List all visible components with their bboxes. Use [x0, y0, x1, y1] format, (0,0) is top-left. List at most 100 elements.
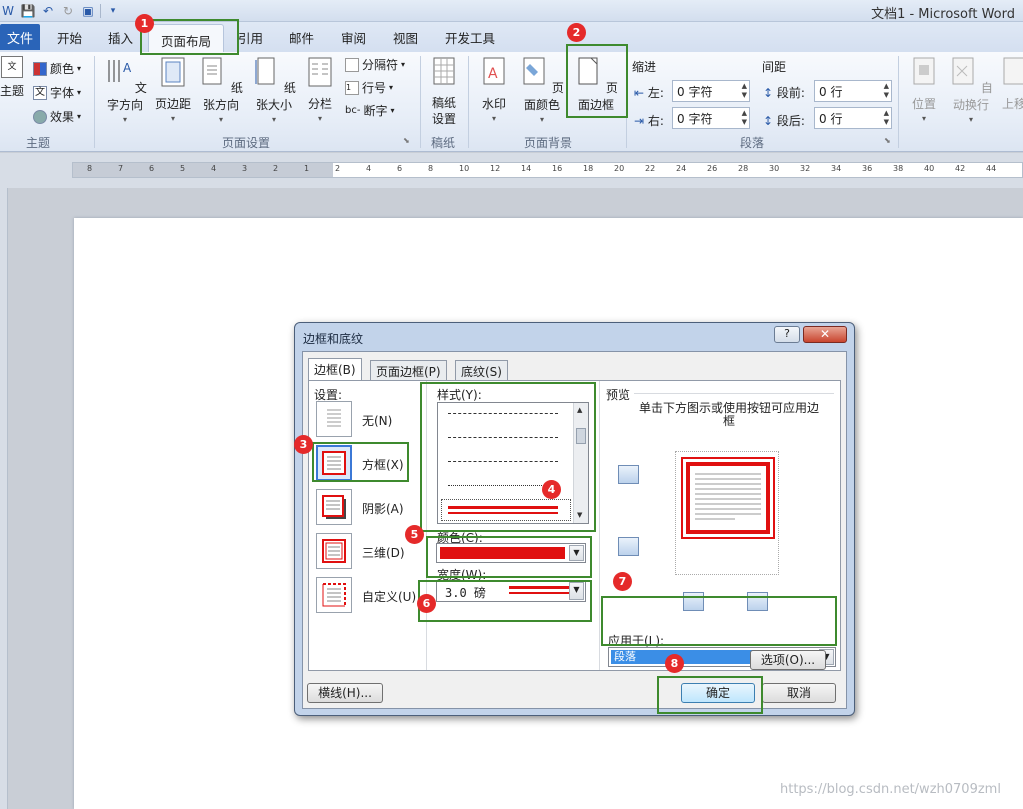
indent-right-spinner[interactable]: 0 字符 ▲ ▼ [672, 107, 750, 129]
wrap-text-icon [952, 57, 974, 85]
top-border-button[interactable] [618, 465, 639, 484]
horizontal-ruler-area: 8 7 6 5 4 3 2 1 2 4 6 8 10 12 14 16 18 20 22 24 26 28 30 32 34 36… [0, 153, 1023, 188]
preview-text-lines [695, 473, 761, 520]
setting-shadow[interactable]: 阴影(A) [316, 489, 426, 529]
setting-custom[interactable]: 自定义(U) [316, 577, 426, 617]
spacing-after-spinner[interactable]: 0 行 ▲ ▼ [814, 107, 892, 129]
tab-insert[interactable]: 插入 [108, 28, 133, 47]
indent-left-value: 0 字符 [677, 84, 713, 99]
highlight-box [566, 44, 628, 118]
tab-mailings[interactable]: 邮件 [289, 28, 314, 47]
close-icon: ✕ [819, 327, 831, 341]
margins-icon [161, 57, 185, 87]
preview-area[interactable] [675, 451, 779, 575]
indent-left-spinner[interactable]: 0 字符 ▲ ▼ [672, 80, 750, 102]
position-button[interactable]: 位置 ▾ [906, 56, 942, 123]
theme-colors-button[interactable]: 颜色 ▾ [33, 60, 81, 77]
manuscript-setup-button[interactable]: 稿纸 设置 [426, 56, 462, 127]
cancel-button[interactable]: 取消 [762, 683, 836, 703]
watermark-icon: A [483, 57, 505, 85]
tab-shading[interactable]: 底纹(S) [455, 360, 508, 380]
close-button[interactable]: ✕ [803, 326, 847, 343]
help-button[interactable]: ? [774, 326, 800, 343]
spinner-arrows-icon[interactable]: ▲ ▼ [884, 82, 889, 100]
group-separator [420, 56, 421, 148]
theme-fonts-button[interactable]: 文 字体 ▾ [33, 84, 81, 101]
highlight-box [426, 536, 592, 578]
ruler-number: 16 [552, 164, 563, 173]
indent-title: 缩进 [632, 60, 657, 74]
step-badge: 3 [294, 435, 313, 454]
ruler-number: 28 [738, 164, 749, 173]
ruler-number: 6 [397, 164, 403, 173]
orientation-icon [202, 57, 222, 85]
tab-review[interactable]: 审阅 [341, 28, 366, 47]
tab-home[interactable]: 开始 [57, 28, 82, 47]
indent-left-icon: ⇤ [634, 86, 645, 100]
horizontal-ruler[interactable]: 8 7 6 5 4 3 2 1 2 4 6 8 10 12 14 16 18 20 22 24 26 28 30 32 34 36… [72, 162, 1023, 178]
spinner-arrows-icon[interactable]: ▲ ▼ [742, 109, 747, 127]
paragraph-launcher-icon[interactable]: ⬊ [884, 136, 891, 145]
bring-forward-button[interactable]: 上移 [999, 56, 1023, 112]
hyphenation-label: 断字 [363, 104, 388, 118]
save-icon[interactable]: 💾 [20, 3, 36, 19]
spinner-arrows-icon[interactable]: ▲ ▼ [742, 82, 747, 100]
step-badge: 2 [567, 23, 586, 42]
setting-none[interactable]: 无(N) [316, 401, 426, 441]
print-preview-icon[interactable]: ▣ [80, 3, 96, 19]
highlight-box [657, 676, 763, 714]
group-label-manuscript: 稿纸 [431, 136, 456, 150]
page-color-button[interactable]: 页面颜色 ▾ [517, 56, 567, 124]
line-numbers-button[interactable]: 1 行号 ▾ [345, 79, 393, 96]
spacing-after-value: 0 行 [819, 111, 843, 126]
group-label-page-setup: 页面设置 [222, 136, 271, 150]
orientation-button[interactable]: 纸张方向 ▾ [196, 56, 246, 124]
size-button[interactable]: 纸张大小 ▾ [249, 56, 299, 124]
columns-button[interactable]: 分栏 ▾ [305, 56, 335, 123]
tab-borders[interactable]: 边框(B) [308, 358, 362, 381]
margins-label: 页边距 [154, 97, 191, 111]
position-label: 位置 [911, 97, 936, 111]
ruler-number: 8 [428, 164, 434, 173]
ruler-number: 5 [180, 164, 186, 173]
customize-qat-icon[interactable]: ▾ [105, 3, 121, 19]
hyphenation-button[interactable]: bc- 断字 ▾ [345, 102, 395, 119]
tab-developer[interactable]: 开发工具 [445, 28, 495, 47]
tab-file[interactable]: 文件 [0, 24, 40, 50]
tab-references[interactable]: 引用 [238, 28, 263, 47]
word-icon[interactable]: W [0, 3, 16, 19]
indent-right-icon: ⇥ [634, 114, 645, 128]
watermark-button[interactable]: A 水印 ▾ [478, 56, 510, 123]
options-button[interactable]: 选项(O)... [750, 650, 826, 670]
margins-button[interactable]: 页边距 ▾ [153, 56, 193, 123]
text-direction-button[interactable]: A 文字方向 ▾ [100, 56, 150, 124]
highlight-box [420, 382, 596, 532]
page-color-icon [523, 57, 545, 85]
watermark-label: 水印 [481, 97, 506, 111]
breaks-button[interactable]: 分隔符 ▾ [345, 56, 405, 73]
spacing-title: 间距 [762, 60, 787, 74]
redo-icon[interactable]: ↻ [60, 3, 76, 19]
ruler-number: 4 [366, 164, 372, 173]
group-label-paragraph: 段落 [740, 136, 765, 150]
ruler-number: 7 [118, 164, 124, 173]
hyphenation-icon: bc- [345, 105, 361, 116]
wrap-text-button[interactable]: 自动换行 ▾ [946, 56, 996, 124]
spinner-arrows-icon[interactable]: ▲ ▼ [884, 109, 889, 127]
horizontal-line-button[interactable]: 横线(H)... [307, 683, 383, 703]
page-setup-launcher-icon[interactable]: ⬊ [403, 136, 410, 145]
ruler-number: 3 [242, 164, 248, 173]
themes-button[interactable]: 文 主题 [0, 56, 24, 99]
tab-page-border[interactable]: 页面边框(P) [370, 360, 447, 380]
ruler-number: 22 [645, 164, 656, 173]
columns-icon [308, 57, 332, 87]
theme-effects-icon [33, 109, 47, 124]
theme-effects-button[interactable]: 效果 ▾ [33, 108, 81, 125]
group-separator [94, 56, 95, 148]
quick-access-toolbar: W 💾 ↶ ↻ ▣ ▾ [0, 2, 121, 20]
ruler-number: 44 [986, 164, 997, 173]
bottom-border-button[interactable] [618, 537, 639, 556]
spacing-before-spinner[interactable]: 0 行 ▲ ▼ [814, 80, 892, 102]
tab-view[interactable]: 视图 [393, 28, 418, 47]
undo-icon[interactable]: ↶ [40, 3, 56, 19]
